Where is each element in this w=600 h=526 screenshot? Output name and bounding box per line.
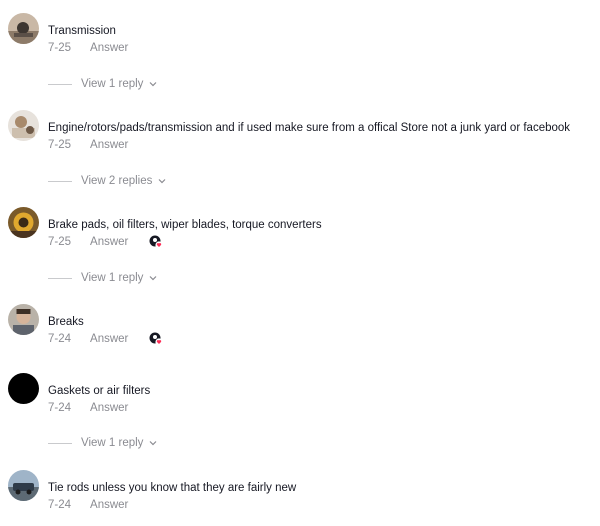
comment-meta: 7-24 Answer	[48, 498, 128, 512]
avatar[interactable]	[8, 207, 39, 238]
comment-meta: 7-24 Answer	[48, 332, 163, 346]
comment-meta: 7-25 Answer	[48, 138, 128, 152]
view-replies-button[interactable]: View 1 reply	[48, 436, 157, 450]
chevron-down-icon	[158, 179, 166, 184]
answer-button[interactable]: Answer	[90, 138, 128, 152]
creator-liked-icon	[149, 332, 163, 346]
comment-meta: 7-24 Answer	[48, 401, 128, 415]
answer-button[interactable]: Answer	[90, 401, 128, 415]
comment-text: Tie rods unless you know that they are f…	[48, 482, 297, 494]
comment-text: Brake pads, oil filters, wiper blades, t…	[48, 219, 322, 231]
replies-divider	[48, 180, 72, 182]
view-replies-button[interactable]: View 2 replies	[48, 174, 166, 188]
comment-date: 7-24	[48, 333, 72, 345]
comment-meta: 7-25 Answer	[48, 235, 163, 249]
view-replies-button[interactable]: View 1 reply	[48, 77, 157, 91]
answer-button[interactable]: Answer	[90, 332, 128, 346]
answer-button[interactable]: Answer	[90, 498, 128, 512]
creator-liked-icon	[149, 235, 163, 249]
avatar[interactable]	[8, 304, 39, 335]
comment-date: 7-25	[48, 42, 72, 54]
view-replies-label: View 2 replies	[81, 175, 153, 187]
comment-date: 7-24	[48, 402, 72, 414]
view-replies-label: View 1 reply	[81, 78, 144, 90]
avatar[interactable]	[8, 373, 39, 404]
avatar[interactable]	[8, 13, 39, 44]
avatar[interactable]	[8, 110, 39, 141]
comment-text: Breaks	[48, 316, 84, 328]
comment-date: 7-25	[48, 236, 72, 248]
chevron-down-icon	[150, 276, 157, 281]
view-replies-label: View 1 reply	[81, 437, 144, 449]
comment-text: Transmission	[48, 25, 116, 37]
view-replies-label: View 1 reply	[81, 272, 144, 284]
comment-date: 7-25	[48, 139, 72, 151]
view-replies-button[interactable]: View 1 reply	[48, 271, 157, 285]
answer-button[interactable]: Answer	[90, 41, 128, 55]
comment-text: Gaskets or air filters	[48, 385, 151, 397]
chevron-down-icon	[150, 441, 157, 446]
replies-divider	[48, 277, 72, 279]
chevron-down-icon	[150, 82, 157, 87]
replies-divider	[48, 442, 72, 444]
comment-meta: 7-25 Answer	[48, 41, 128, 55]
comment-date: 7-24	[48, 499, 72, 511]
replies-divider	[48, 83, 72, 85]
comment-text: Engine/rotors/pads/transmission and if u…	[48, 122, 571, 134]
avatar[interactable]	[8, 470, 39, 501]
answer-button[interactable]: Answer	[90, 235, 128, 249]
